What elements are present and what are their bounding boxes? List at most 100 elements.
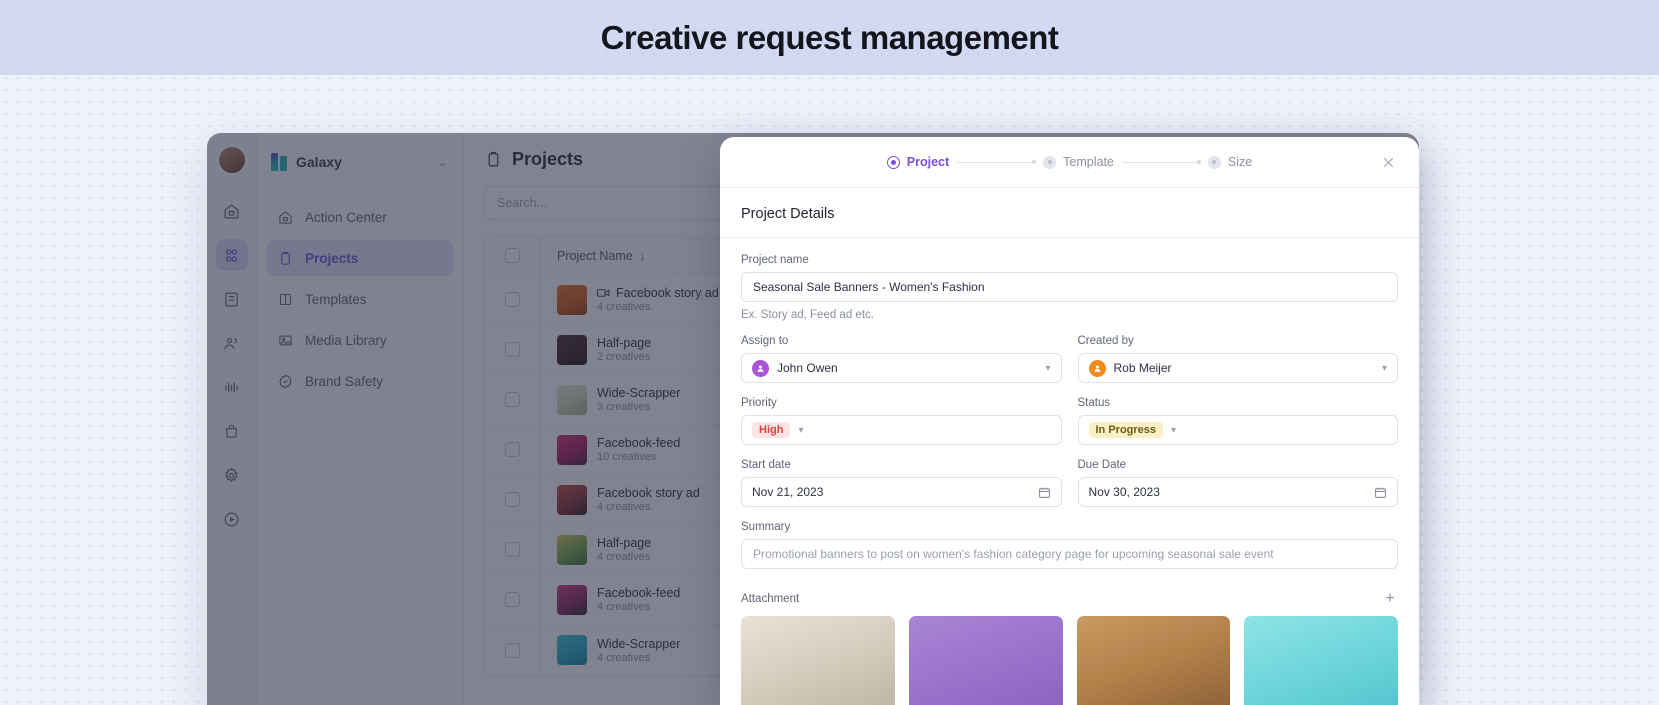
creative-count: 4 creatives	[597, 551, 651, 563]
row-text-block: Wide-Scrapper 4 creatives	[597, 637, 680, 664]
project-name-field-group: Project name Ex. Story ad, Feed ad etc.	[741, 254, 1398, 321]
avatar	[752, 359, 769, 377]
rail-home-icon[interactable]	[216, 195, 248, 227]
step-project[interactable]: Project	[886, 155, 949, 169]
attachment-thumb-2[interactable]	[908, 616, 1063, 705]
created-by-select[interactable]: Rob Meijer ▾	[1077, 353, 1398, 383]
start-date-value: Nov 21, 2023	[752, 485, 824, 499]
row-select-cell	[485, 625, 541, 675]
sidebar-item-projects[interactable]: Projects	[267, 240, 453, 276]
page-title: Creative request management	[600, 18, 1059, 56]
chevron-down-icon[interactable]: ⌄	[438, 156, 447, 169]
attachment-thumb-3[interactable]	[1076, 616, 1231, 705]
rail-templates-icon[interactable]	[216, 283, 248, 315]
chevron-down-icon[interactable]: ▾	[798, 425, 803, 436]
user-avatar[interactable]	[216, 145, 247, 175]
attachment-grid	[741, 616, 1398, 705]
row-checkbox[interactable]	[505, 642, 520, 658]
summary-label: Summary	[741, 521, 791, 533]
project-thumbnail	[557, 284, 587, 315]
status-label: Status	[1077, 397, 1111, 409]
priority-label: Priority	[741, 397, 777, 409]
creative-count: 4 creatives	[597, 501, 651, 513]
chevron-down-icon[interactable]: ▾	[1171, 425, 1176, 436]
select-all-checkbox[interactable]	[505, 248, 520, 263]
columns-icon	[277, 291, 294, 308]
add-attachment-icon[interactable]: +	[1382, 591, 1398, 607]
clipboard-icon	[277, 250, 294, 267]
assign-to-select[interactable]: John Owen ▾	[741, 353, 1062, 383]
row-checkbox[interactable]	[505, 342, 520, 357]
status-badge: In Progress	[1088, 422, 1164, 438]
summary-field-group: Summary	[741, 521, 1398, 569]
clipboard-icon	[484, 151, 502, 169]
step-size[interactable]: Size	[1207, 155, 1253, 169]
assign-to-label: Assign to	[741, 335, 789, 347]
project-thumbnail	[557, 635, 587, 665]
calendar-icon[interactable]	[1038, 486, 1051, 499]
sidebar-item-brand-safety[interactable]: Brand Safety	[267, 363, 453, 399]
select-all-cell	[485, 237, 541, 274]
row-select-cell	[485, 425, 541, 474]
step-template[interactable]: Template	[1043, 155, 1114, 169]
priority-field-group: Priority High ▾	[741, 397, 1062, 445]
attachment-thumb-1[interactable]	[741, 616, 895, 705]
creative-count: 3 creatives	[597, 401, 651, 413]
project-name: Facebook story ad	[597, 486, 700, 500]
avatar	[1088, 359, 1106, 377]
sidebar-item-templates[interactable]: Templates	[267, 281, 453, 317]
created-by-label: Created by	[1077, 335, 1134, 347]
attachment-label: Attachment	[741, 593, 800, 605]
row-text-block: Half-page 2 creatives	[597, 336, 651, 363]
shield-check-icon	[277, 373, 294, 390]
attachment-header: Attachment +	[741, 591, 1398, 607]
row-checkbox[interactable]	[505, 442, 520, 457]
dates-row: Start date Nov 21, 2023 Due Date Nov 30,…	[741, 459, 1398, 507]
sidebar-item-media-library[interactable]: Media Library	[267, 322, 453, 358]
chevron-down-icon[interactable]: ▾	[1382, 363, 1387, 374]
step-dot-idle-icon	[1043, 155, 1057, 169]
rail-settings-icon[interactable]	[216, 459, 248, 491]
project-thumbnail	[557, 384, 587, 415]
calendar-icon[interactable]	[1374, 486, 1387, 499]
rail-play-icon[interactable]	[216, 503, 248, 535]
attachment-thumb-4[interactable]	[1244, 616, 1398, 705]
due-date-input[interactable]: Nov 30, 2023	[1077, 477, 1398, 507]
project-name: Half-page	[597, 536, 652, 550]
row-checkbox[interactable]	[505, 542, 520, 557]
project-name-input[interactable]	[741, 272, 1398, 302]
sort-descending-icon[interactable]: ↓	[640, 249, 646, 263]
step-connector	[957, 160, 1037, 164]
chevron-down-icon[interactable]: ▾	[1045, 363, 1050, 374]
sidebar-item-label: Brand Safety	[305, 373, 384, 389]
icon-rail	[207, 133, 257, 705]
workspace-name: Galaxy	[296, 154, 342, 170]
rail-bag-icon[interactable]	[216, 415, 248, 447]
rail-people-icon[interactable]	[216, 327, 248, 359]
row-text-block: Half-page 4 creatives	[597, 536, 651, 563]
modal-section-title: Project Details	[720, 188, 1419, 238]
rail-analytics-icon[interactable]	[216, 371, 248, 403]
close-icon[interactable]	[1379, 153, 1397, 171]
image-icon	[277, 332, 294, 349]
due-date-label: Due Date	[1077, 459, 1127, 471]
start-date-input[interactable]: Nov 21, 2023	[741, 477, 1062, 507]
row-checkbox[interactable]	[505, 292, 520, 307]
priority-badge: High	[752, 422, 791, 438]
row-checkbox[interactable]	[505, 592, 520, 607]
step-label: Size	[1227, 155, 1253, 169]
status-select[interactable]: In Progress ▾	[1077, 415, 1398, 445]
step-dot-active-icon	[886, 155, 900, 169]
row-checkbox[interactable]	[505, 392, 520, 407]
creative-count: 4 creatives	[597, 301, 651, 313]
rail-projects-icon[interactable]	[215, 239, 248, 271]
sidebar-item-action-center[interactable]: Action Center	[267, 199, 453, 235]
project-name: Half-page	[597, 336, 652, 350]
assignee-row: Assign to John Owen ▾ Created by Rob Mei…	[741, 335, 1398, 383]
row-title-line: Wide-Scrapper	[597, 637, 680, 651]
row-text-block: Facebook story ad 4 creatives	[597, 286, 719, 313]
priority-select[interactable]: High ▾	[741, 415, 1062, 445]
summary-input[interactable]	[741, 539, 1398, 569]
workspace-selector[interactable]: Galaxy ⌄	[267, 147, 453, 177]
row-checkbox[interactable]	[505, 492, 520, 507]
